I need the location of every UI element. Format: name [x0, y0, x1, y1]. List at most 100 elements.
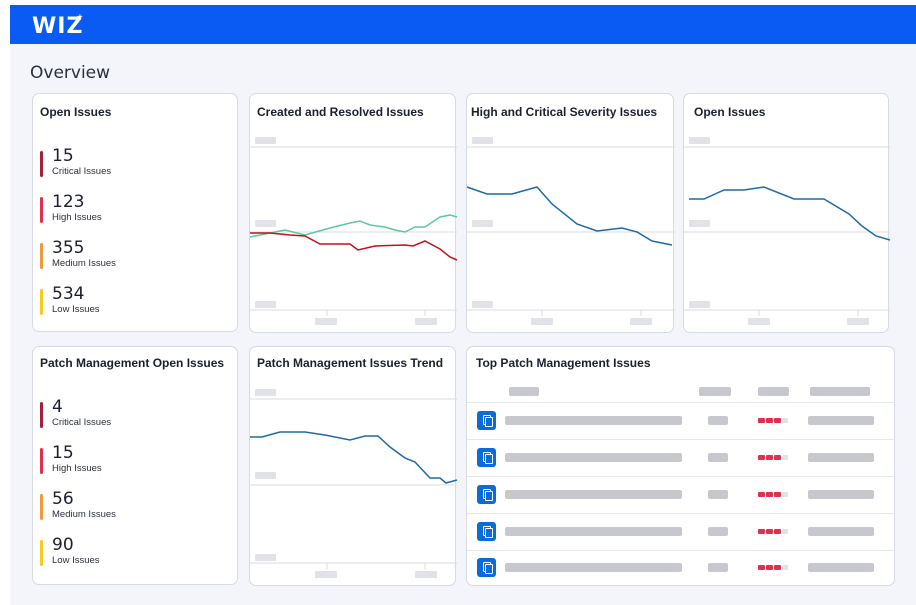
patch-trend-chart: [250, 389, 458, 578]
axis-label-placeholder: [689, 301, 710, 308]
axis-label-placeholder: [255, 472, 276, 479]
axis-label-placeholder: [255, 389, 276, 396]
x-label-placeholder: [315, 318, 337, 325]
x-label-placeholder: [315, 571, 337, 578]
created-issues-line: [250, 232, 458, 261]
column-header-count[interactable]: [699, 387, 731, 396]
low-severity-indicator: [40, 540, 43, 566]
top-navigation-bar: WIZ +: [10, 5, 916, 44]
count-placeholder: [708, 563, 728, 572]
copy-icon[interactable]: [477, 411, 496, 430]
count-placeholder: [708, 453, 728, 462]
copy-icon[interactable]: [477, 448, 496, 467]
axis-label-placeholder: [255, 554, 276, 561]
stat-label: High Issues: [52, 212, 102, 223]
stat-label: Medium Issues: [52, 258, 116, 269]
x-label-placeholder: [748, 318, 770, 325]
severity-indicator: [758, 492, 788, 497]
top-patch-issues-table-card: Top Patch Management Issues: [466, 346, 895, 586]
patch-trend-line: [250, 431, 458, 484]
status-placeholder: [808, 527, 874, 536]
axis-label-placeholder: [689, 220, 710, 227]
axis-label-placeholder: [689, 137, 710, 144]
status-placeholder: [808, 563, 874, 572]
stat-label: Low Issues: [52, 555, 100, 566]
issue-name-placeholder: [505, 490, 682, 499]
logo-star-icon: +: [77, 12, 83, 23]
x-label-placeholder: [415, 571, 437, 578]
copy-icon[interactable]: [477, 558, 496, 577]
high-severity-indicator: [40, 197, 43, 223]
medium-severity-indicator: [40, 494, 43, 520]
open-issues-chart-card: Open Issues: [683, 93, 891, 333]
count-placeholder: [708, 527, 728, 536]
table-row[interactable]: [467, 514, 894, 550]
stat-label: Medium Issues: [52, 509, 116, 520]
critical-severity-indicator: [40, 402, 43, 428]
column-header-severity[interactable]: [758, 387, 789, 396]
card-title: Open Issues: [40, 105, 112, 119]
stat-label: High Issues: [52, 463, 102, 474]
issue-name-placeholder: [505, 527, 682, 536]
issue-name-placeholder: [505, 563, 682, 572]
stat-value: 15: [52, 443, 74, 463]
stat-label: Low Issues: [52, 304, 100, 315]
medium-severity-indicator: [40, 243, 43, 269]
severity-indicator: [758, 565, 788, 570]
column-header-status[interactable]: [810, 387, 870, 396]
axis-label-placeholder: [472, 137, 493, 144]
card-title: Patch Management Open Issues: [40, 356, 225, 370]
table-row[interactable]: [467, 403, 894, 439]
high-critical-chart: [466, 137, 675, 325]
table-row[interactable]: [467, 440, 894, 476]
table-row[interactable]: [467, 551, 894, 586]
stat-value: 4: [52, 397, 63, 417]
count-placeholder: [708, 490, 728, 499]
page-title: Overview: [30, 63, 111, 83]
stat-label: Critical Issues: [52, 166, 112, 177]
patch-open-issues-summary-card: Patch Management Open Issues 4 Critical …: [32, 346, 238, 585]
axis-label-placeholder: [472, 220, 493, 227]
stat-value: 90: [52, 535, 74, 555]
stat-value: 534: [52, 284, 85, 304]
card-title: Top Patch Management Issues: [476, 356, 651, 370]
copy-icon[interactable]: [477, 522, 496, 541]
open-issues-chart: [684, 137, 891, 325]
count-placeholder: [708, 416, 728, 425]
stat-value: 15: [52, 146, 74, 166]
axis-label-placeholder: [255, 137, 276, 144]
created-resolved-chart: [249, 137, 458, 325]
table-header: [467, 387, 894, 402]
copy-icon[interactable]: [477, 485, 496, 504]
severity-trend-line: [466, 186, 673, 246]
critical-severity-indicator: [40, 151, 43, 177]
x-label-placeholder: [415, 318, 437, 325]
stat-value: 355: [52, 238, 85, 258]
severity-indicator: [758, 418, 788, 423]
axis-label-placeholder: [255, 220, 276, 227]
column-header-name[interactable]: [509, 387, 539, 396]
stat-label: Critical Issues: [52, 417, 112, 428]
low-severity-indicator: [40, 289, 43, 315]
severity-indicator: [758, 455, 788, 460]
x-label-placeholder: [630, 318, 652, 325]
patch-trend-chart-card: Patch Management Issues Trend: [249, 346, 458, 586]
stat-value: 56: [52, 489, 74, 509]
high-critical-chart-card: High and Critical Severity Issues: [466, 93, 675, 333]
x-label-placeholder: [531, 318, 553, 325]
axis-label-placeholder: [472, 301, 493, 308]
high-severity-indicator: [40, 448, 43, 474]
created-resolved-chart-card: Created and Resolved Issues: [249, 93, 458, 333]
issue-name-placeholder: [505, 453, 682, 462]
status-placeholder: [808, 416, 874, 425]
stat-value: 123: [52, 192, 85, 212]
status-placeholder: [808, 453, 874, 462]
wiz-logo[interactable]: WIZ: [32, 14, 83, 39]
status-placeholder: [808, 490, 874, 499]
severity-indicator: [758, 529, 788, 534]
x-label-placeholder: [847, 318, 869, 325]
open-issues-summary-card: Open Issues 15 Critical Issues 123 High …: [32, 93, 238, 332]
issue-name-placeholder: [505, 416, 682, 425]
table-row[interactable]: [467, 477, 894, 513]
axis-label-placeholder: [255, 301, 276, 308]
